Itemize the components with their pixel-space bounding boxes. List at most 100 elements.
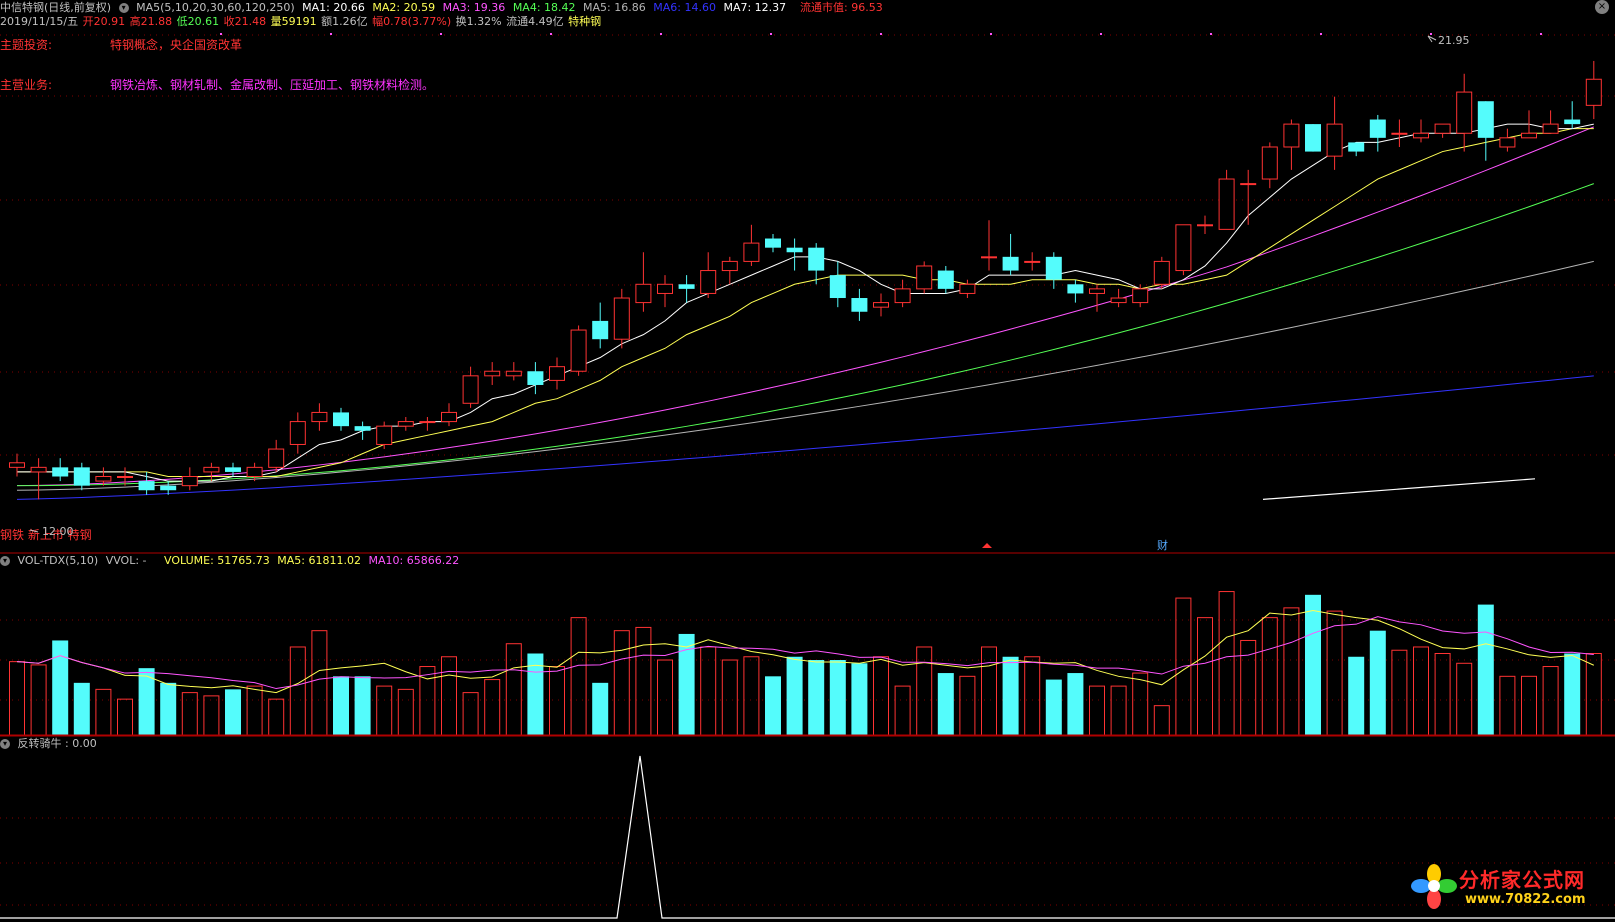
ma3-line: [16, 126, 1594, 487]
candle-down: [52, 467, 69, 477]
volume-bar-up: [635, 626, 652, 736]
candle-up: [1153, 260, 1170, 285]
candle-down: [1348, 142, 1365, 152]
grid-dot: [1210, 33, 1212, 35]
vol-title[interactable]: VOL-TDX(5,10): [18, 554, 99, 567]
volume-bar-down: [160, 682, 177, 735]
volume-bar-down: [1348, 656, 1365, 735]
volume-bar-down: [829, 660, 846, 735]
candle-up: [289, 421, 306, 445]
candle-up: [1391, 132, 1408, 135]
candle-down: [851, 298, 868, 312]
logo-url: www.70822.com: [1465, 892, 1586, 907]
candle-up: [1326, 123, 1343, 157]
candle-down: [138, 481, 155, 491]
candle-up: [117, 476, 133, 479]
candle-down: [765, 238, 781, 248]
candle-up: [397, 421, 414, 427]
volume-bar-down: [225, 689, 241, 735]
candles: [9, 35, 1602, 548]
volume-bar-up: [1197, 617, 1213, 736]
volume-bar-up: [1153, 705, 1170, 736]
indicator-line: [0, 755, 1615, 919]
candle-up: [505, 370, 522, 377]
volume-bar-up: [1521, 675, 1537, 736]
volume-bar-up: [117, 698, 133, 736]
event-marker[interactable]: 财: [1157, 538, 1168, 552]
volume-bar-up: [441, 656, 457, 736]
volume-bar-down: [73, 682, 90, 735]
indicator-header: ▾ 反转骑牛 : 0.00: [0, 737, 101, 751]
volume-bar-up: [1261, 617, 1278, 736]
volume-bar-up: [95, 688, 112, 736]
candle-up: [1197, 224, 1213, 227]
grid: [0, 33, 1615, 906]
candle-up: [873, 302, 889, 308]
volume-bar-down: [1477, 604, 1494, 735]
volume-bar-up: [959, 675, 976, 736]
volume-bar-down: [808, 660, 825, 735]
volume-bar-up: [246, 685, 263, 736]
candle-up: [1218, 178, 1235, 230]
candle-down: [1369, 119, 1386, 138]
chevron-down-icon[interactable]: ▾: [0, 556, 10, 566]
grid-dot: [990, 33, 992, 35]
grid-dot: [770, 33, 772, 35]
low-arrow: [29, 529, 39, 533]
ma1-line: [17, 123, 1594, 482]
candle-up: [1089, 288, 1105, 294]
volume-bars: [0, 591, 1615, 736]
volume-bar-up: [1413, 646, 1429, 736]
volume-bar-down: [851, 663, 868, 735]
candle-up: [635, 283, 652, 304]
volume-bar-down: [786, 656, 803, 735]
candle-down: [1477, 101, 1494, 138]
candle-up: [1024, 260, 1041, 263]
volume-bar-up: [1283, 607, 1300, 736]
candle-up: [181, 476, 198, 487]
volume-bar-up: [397, 688, 414, 736]
candle-up: [1499, 137, 1516, 148]
high-price-label: 21.95: [1438, 34, 1470, 47]
volume-bar-up: [181, 692, 198, 736]
vol-vvol: VVOL: -: [105, 554, 147, 567]
candle-up: [1261, 146, 1278, 180]
candle-down: [592, 320, 609, 340]
flower-icon: [1411, 864, 1457, 909]
candle-up: [1434, 123, 1451, 134]
volume-bar-up: [1456, 662, 1473, 736]
candle-down: [1305, 124, 1321, 152]
candle-up: [1110, 297, 1127, 304]
volume-bar-up: [1434, 653, 1451, 736]
candle-up: [981, 256, 997, 259]
candle-up: [1132, 288, 1149, 304]
candle-up: [203, 466, 220, 473]
grid-dot: [330, 33, 332, 35]
volume-bar-down: [937, 673, 954, 735]
candle-up: [700, 270, 717, 294]
volume-bar-up: [505, 643, 522, 736]
volume-bar-up: [462, 692, 479, 736]
grid-dot: [550, 33, 552, 35]
vol-ma5: MA5: 61811.02: [277, 554, 361, 567]
candle-down: [73, 467, 90, 486]
volume-bar-up: [289, 646, 306, 736]
volume-bar-up: [203, 695, 220, 736]
chart-canvas[interactable]: 21.95 12.00 财: [0, 0, 1615, 922]
candle-up: [916, 265, 933, 290]
ma5-line: [16, 260, 1594, 491]
candle-down: [1002, 256, 1019, 271]
grid-dot: [880, 33, 882, 35]
grid-dot: [220, 33, 222, 35]
ma2-line: [17, 128, 1594, 478]
volume-bar-up: [549, 666, 565, 736]
ind-title[interactable]: 反转骑牛: [18, 737, 62, 750]
chevron-down-icon[interactable]: ▾: [0, 739, 10, 749]
volume-bar-up: [1218, 591, 1235, 736]
ma6-line: [16, 375, 1594, 500]
volume-bar-up: [873, 656, 889, 736]
volume-bar-down: [765, 676, 781, 735]
candle-up: [311, 411, 328, 423]
candle-up: [1175, 224, 1192, 272]
ma4-line: [16, 183, 1594, 487]
